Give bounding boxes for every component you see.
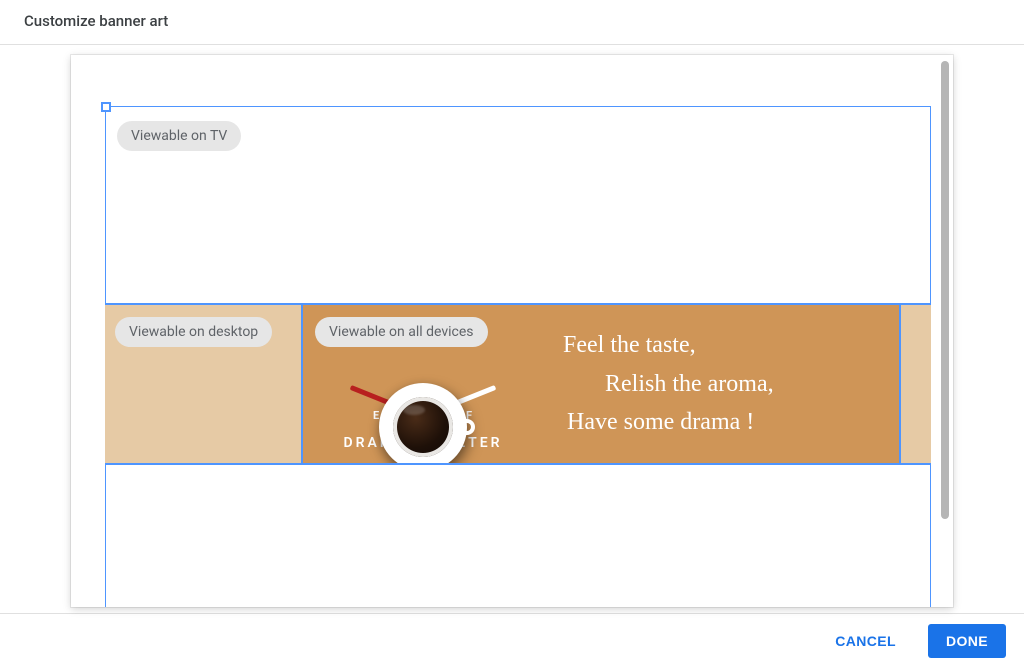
desktop-zone-right	[901, 305, 931, 463]
tagline-line1: Feel the taste,	[563, 331, 899, 360]
tagline-line3: Have some drama !	[563, 408, 899, 437]
preview-stage[interactable]: Viewable on TV Viewable on desktop Viewa…	[71, 55, 953, 607]
all-devices-safe-zone: Viewable on all devices E F DRAMA-	[301, 305, 901, 463]
coffee-liquid-icon	[393, 397, 453, 457]
zone-label-all-devices: Viewable on all devices	[315, 317, 488, 347]
zone-label-tv: Viewable on TV	[117, 121, 241, 151]
dialog-title: Customize banner art	[0, 0, 1024, 45]
done-button[interactable]: DONE	[928, 624, 1006, 658]
dialog-footer: CANCEL DONE	[0, 613, 1024, 670]
cancel-button[interactable]: CANCEL	[817, 624, 914, 658]
coffee-cup-icon	[379, 383, 467, 463]
crop-frame-edge[interactable]	[105, 106, 931, 107]
scrollbar[interactable]	[941, 61, 949, 519]
tagline-line2: Relish the aroma,	[563, 370, 899, 399]
gauge-graphic: E F	[343, 369, 503, 429]
desktop-viewable-zone: Viewable on desktop Viewable on all devi…	[105, 303, 931, 465]
preview-stage-wrap: Viewable on TV Viewable on desktop Viewa…	[0, 45, 1024, 613]
cup-handle-icon	[455, 419, 475, 435]
desktop-zone-left: Viewable on desktop	[105, 305, 301, 463]
zone-label-desktop: Viewable on desktop	[115, 317, 272, 347]
banner-tagline: Feel the taste, Relish the aroma, Have s…	[543, 305, 899, 463]
crop-handle-top-left[interactable]	[101, 102, 111, 112]
